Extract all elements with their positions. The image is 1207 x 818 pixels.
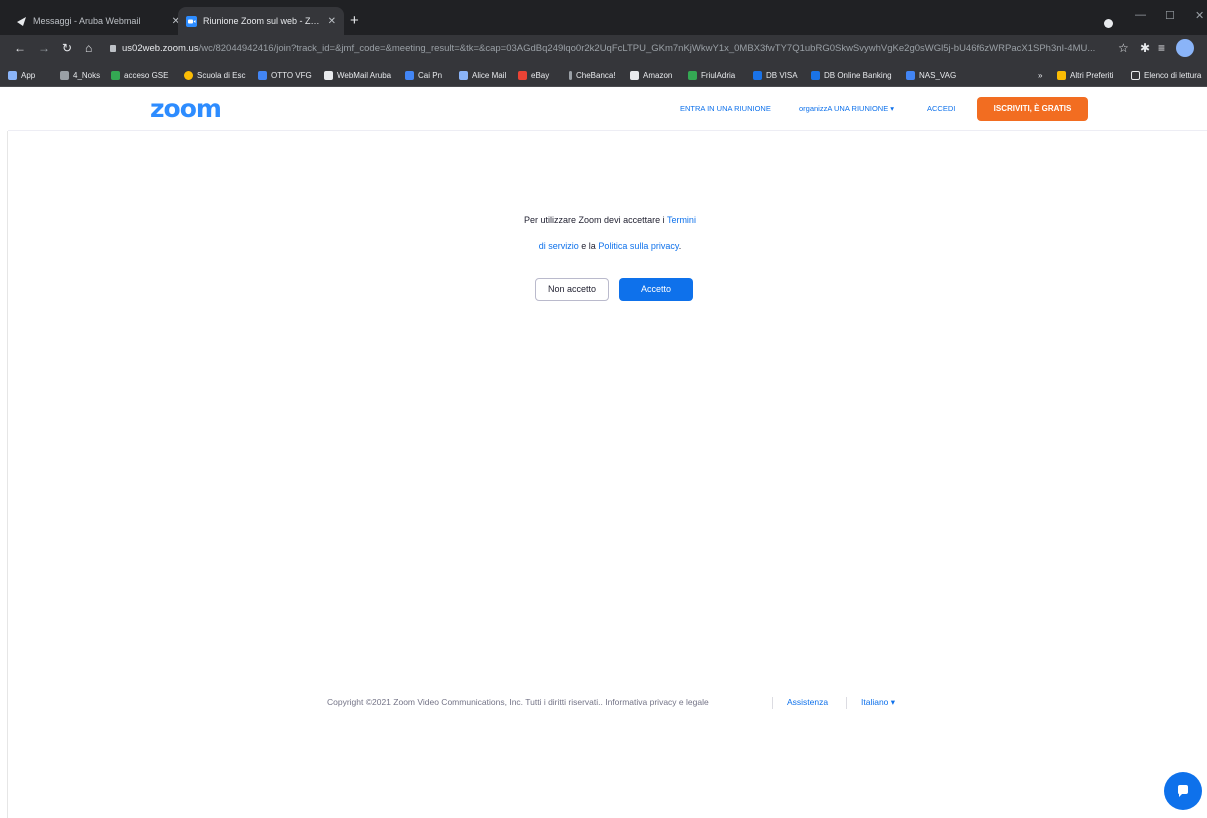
zoom-header: zoom ENTRA IN UNA RIUNIONE organizzA UNA… [8,87,1207,131]
other-bookmarks[interactable]: Altri Preferiti [1057,68,1114,82]
bookmark-favicon-icon [184,70,193,80]
bookmark-item[interactable]: FriulAdria [688,68,735,82]
bookmark-favicon-icon [405,70,414,80]
bookmark-favicon-icon [688,70,697,80]
reload-icon[interactable]: ↻ [62,40,72,56]
url-path: /wc/82044942416/join?track_id=&jmf_code=… [198,43,1096,54]
terms-of-service-link[interactable]: di servizio [539,241,579,251]
bookmark-favicon-icon [324,70,333,80]
minimize-icon[interactable]: — [1135,9,1146,21]
address-bar[interactable]: us02web.zoom.us/wc/82044942416/join?trac… [104,39,1104,59]
chat-bubble-icon [1178,785,1188,797]
bookmark-item[interactable]: Scuola di Esc [184,68,245,82]
signup-button[interactable]: ISCRIVITI, È GRATIS [977,97,1088,121]
footer-divider [846,697,847,709]
tab-title: Riunione Zoom sul web - Zoom [203,16,322,26]
bookmark-item[interactable]: eBay [518,68,549,82]
host-meeting-dropdown[interactable]: organizzA UNA RIUNIONE ▾ [799,104,894,113]
bookmark-item[interactable]: NAS_VAG [906,68,956,82]
bookmark-star-icon[interactable]: ☆ [1118,40,1129,56]
sign-in-link[interactable]: ACCEDI [927,104,955,113]
tab-close-icon[interactable]: ✕ [328,16,336,27]
bookmark-favicon-icon [569,70,572,80]
bookmark-favicon-icon [258,70,267,80]
media-indicator-icon[interactable] [1104,19,1113,28]
apps-grid-icon [8,70,17,80]
bookmark-favicon-icon [518,70,527,80]
reading-list[interactable]: Elenco di lettura [1131,68,1201,82]
footer-divider [772,697,773,709]
bookmarks-bar: App 4_Noks acceso GSE Scuola di Esc OTTO… [0,63,1207,87]
bookmark-item[interactable]: App [8,68,35,82]
tab-zoom-meeting[interactable]: Riunione Zoom sul web - Zoom ✕ [178,7,344,35]
tab-title: Messaggi - Aruba Webmail [33,16,141,26]
zoom-logo[interactable]: zoom [150,94,222,123]
profile-avatar[interactable] [1176,39,1194,57]
extensions-icon[interactable]: ✱ [1140,40,1150,56]
media-control-icon[interactable]: ≡ [1158,40,1165,56]
page-footer: Copyright ©2021 Zoom Video Communication… [0,697,1207,711]
lock-icon [110,45,116,52]
back-icon[interactable]: ← [14,40,26,56]
amazon-icon [630,70,639,80]
language-dropdown[interactable]: Italiano ▾ [861,697,895,708]
terms-of-service-link[interactable]: Termini [667,215,696,225]
bookmark-favicon-icon [111,70,120,80]
zoom-favicon-icon [186,15,197,27]
bookmark-item[interactable]: 4_Noks [60,68,100,82]
bookmark-item[interactable]: acceso GSE [111,68,168,82]
new-tab-button[interactable]: + [350,13,359,28]
bookmark-item[interactable]: CheBanca! [569,68,616,82]
bookmark-item[interactable]: DB VISA [753,68,798,82]
bookmark-item[interactable]: WebMail Aruba [324,68,391,82]
bookmark-item[interactable]: Cai Pn [405,68,442,82]
reading-list-icon [1131,70,1140,80]
support-link[interactable]: Assistenza [787,697,828,707]
bookmark-favicon-icon [753,70,762,80]
aruba-favicon-icon [17,16,26,26]
page-left-border [7,131,8,818]
bookmark-item[interactable]: OTTO VFG [258,68,312,82]
url-host: us02web.zoom.us [122,43,199,54]
bookmark-item[interactable]: Alice Mail [459,68,506,82]
bookmarks-overflow[interactable]: » [1038,68,1042,82]
decline-button[interactable]: Non accetto [535,278,609,301]
chat-button[interactable] [1164,772,1202,810]
bookmark-favicon-icon [811,70,820,80]
bookmark-favicon-icon [60,70,69,80]
folder-icon [1057,70,1066,80]
browser-toolbar: ← → ↻ ⌂ us02web.zoom.us/wc/82044942416/j… [0,35,1207,63]
bookmark-favicon-icon [906,70,915,80]
bookmark-item[interactable]: DB Online Banking [811,68,892,82]
tab-aruba-webmail[interactable]: Messaggi - Aruba Webmail ✕ [8,7,188,35]
copyright-text: Copyright ©2021 Zoom Video Communication… [327,697,709,707]
accept-button[interactable]: Accetto [619,278,693,301]
home-icon[interactable]: ⌂ [85,40,92,56]
bookmark-item[interactable]: Amazon [630,68,672,82]
close-window-icon[interactable]: ✕ [1195,9,1204,22]
maximize-icon[interactable]: ☐ [1165,9,1175,22]
browser-tab-strip: Messaggi - Aruba Webmail ✕ Riunione Zoom… [0,0,1207,35]
mail-icon [459,70,468,80]
privacy-policy-link[interactable]: Politica sulla privacy [598,241,678,251]
terms-message: Per utilizzare Zoom devi accettare i Ter… [524,215,696,251]
join-meeting-link[interactable]: ENTRA IN UNA RIUNIONE [680,104,771,113]
forward-icon[interactable]: → [38,40,50,56]
